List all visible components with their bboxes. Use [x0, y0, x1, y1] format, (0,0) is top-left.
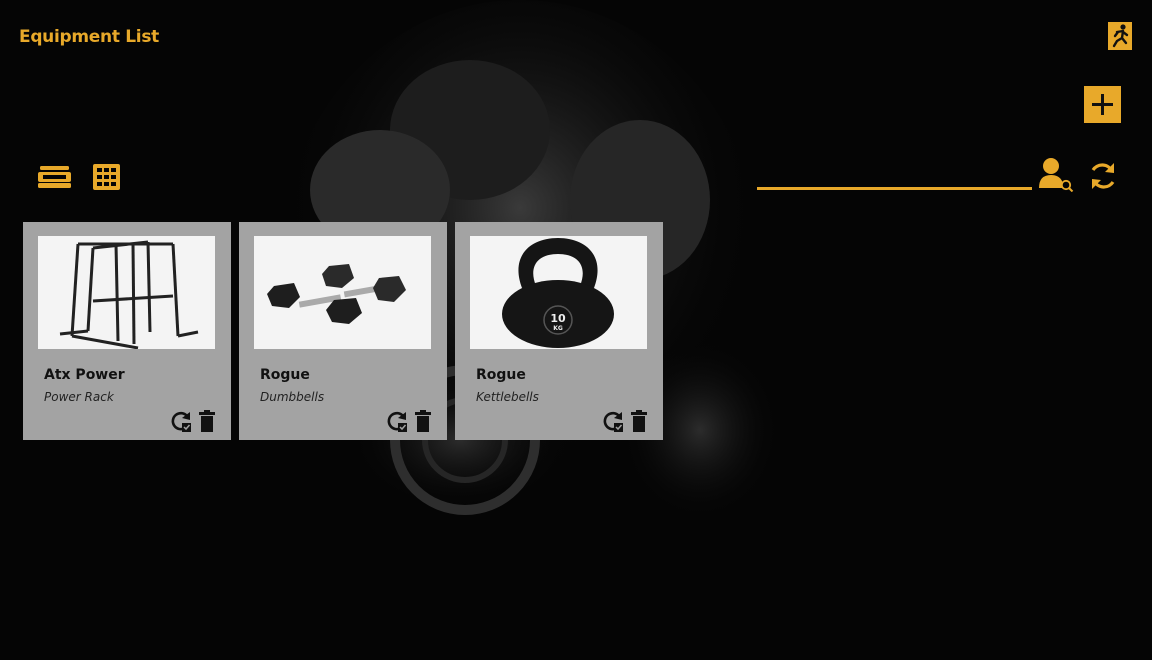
equipment-name: Atx Power: [44, 367, 125, 383]
trash-icon[interactable]: [199, 410, 215, 432]
equipment-type: Kettlebells: [476, 390, 539, 404]
kettlebell-weight-unit: KG: [553, 325, 563, 332]
kettlebell-image: 10 KG: [470, 236, 647, 349]
power-rack-image: [38, 236, 215, 349]
equipment-type: Dumbbells: [260, 390, 325, 404]
grid-view-icon: [93, 164, 120, 190]
equipment-type: Power Rack: [44, 390, 114, 404]
kettlebell-weight-value: 10: [550, 312, 566, 325]
plus-icon: [1084, 86, 1121, 123]
update-icon[interactable]: [170, 410, 192, 432]
equipment-card[interactable]: Atx Power Power Rack: [23, 222, 231, 440]
search-input[interactable]: [757, 168, 1032, 190]
equipment-name: Rogue: [476, 367, 526, 383]
search-bar: [757, 166, 1032, 190]
add-equipment-button[interactable]: [1084, 86, 1121, 123]
update-icon[interactable]: [602, 410, 624, 432]
list-view-button[interactable]: [38, 166, 71, 188]
equipment-name: Rogue: [260, 367, 310, 383]
list-view-icon: [38, 166, 71, 188]
equipment-grid: Atx Power Power Rack Rogue Dumbbells 10 …: [23, 222, 663, 440]
equipment-card[interactable]: 10 KG Rogue Kettlebells: [455, 222, 663, 440]
refresh-icon[interactable]: [1087, 160, 1119, 192]
page-title: Equipment List: [19, 27, 159, 47]
trash-icon[interactable]: [631, 410, 647, 432]
running-man-exit-icon[interactable]: [1108, 22, 1132, 50]
trash-icon[interactable]: [415, 410, 431, 432]
grid-view-button[interactable]: [93, 164, 120, 190]
user-search-icon[interactable]: [1037, 156, 1075, 192]
equipment-card[interactable]: Rogue Dumbbells: [239, 222, 447, 440]
dumbbells-image: [254, 236, 431, 349]
update-icon[interactable]: [386, 410, 408, 432]
